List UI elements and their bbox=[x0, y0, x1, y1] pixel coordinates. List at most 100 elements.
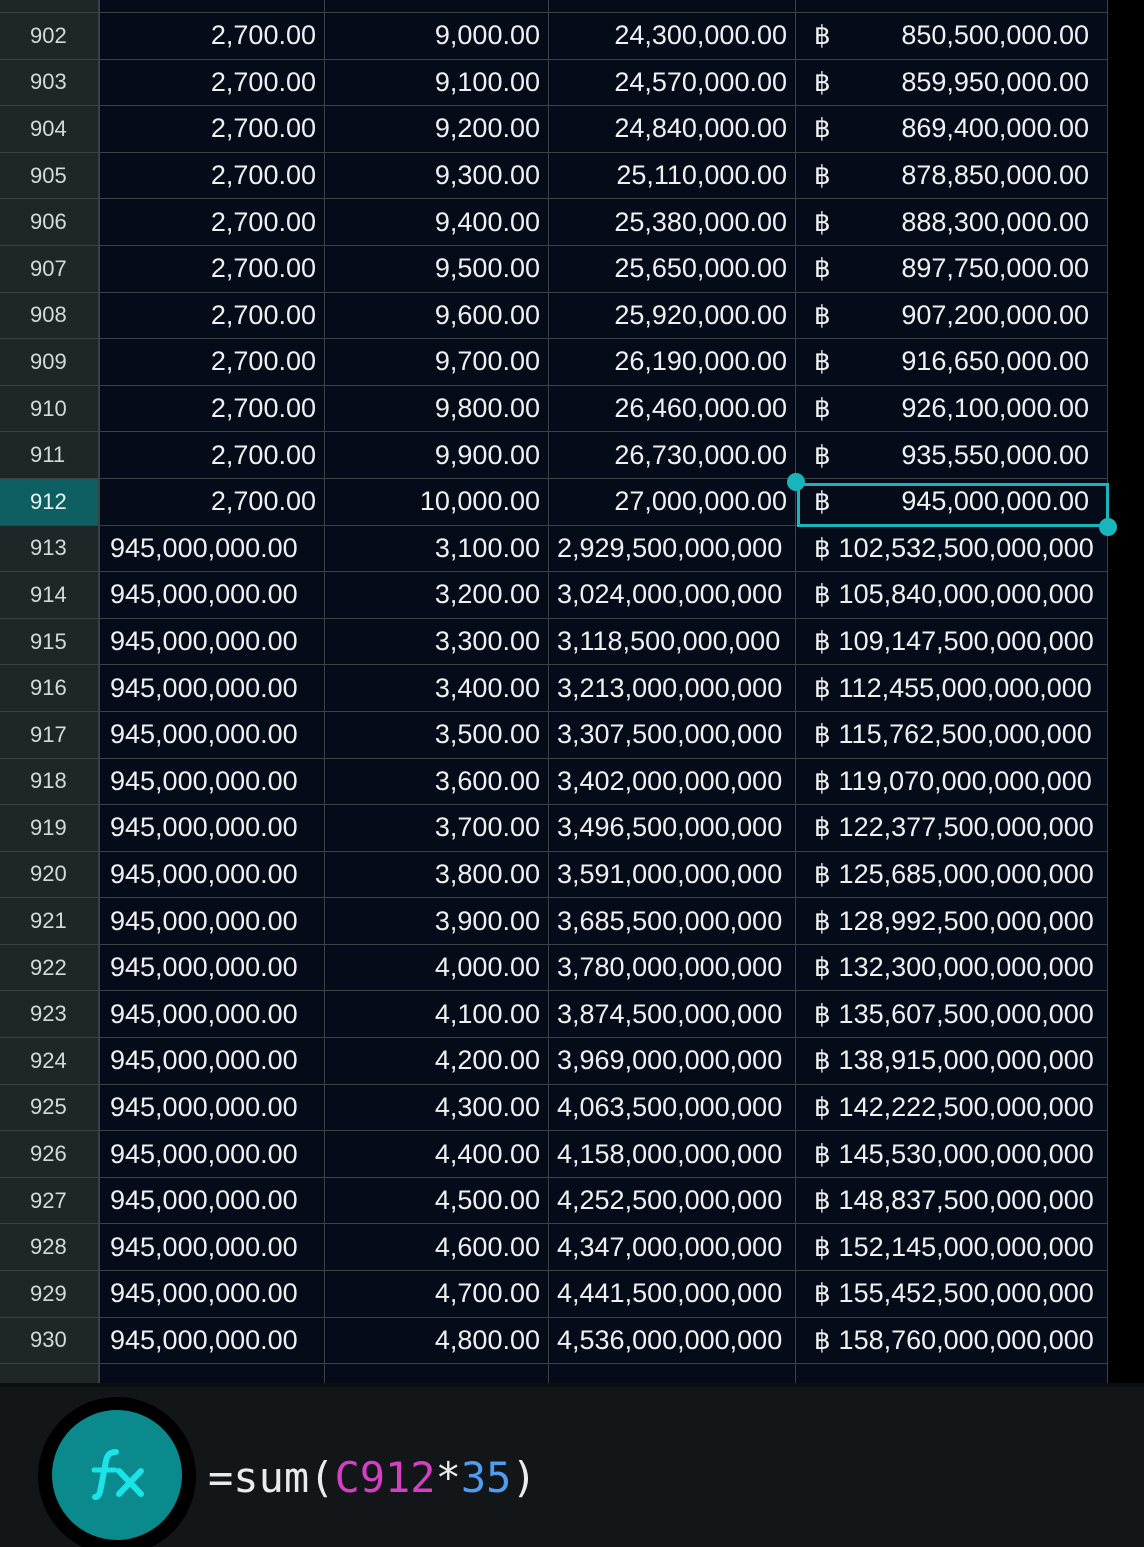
cell-col-d[interactable]: ฿ 142,222,500,000,000 bbox=[796, 1084, 1108, 1132]
cell-col-a[interactable]: 945,000,000.00 bbox=[100, 618, 325, 666]
cell-col-b[interactable]: 9,300.00 bbox=[325, 152, 549, 200]
cell-col-b[interactable]: 10,000.00 bbox=[325, 478, 549, 526]
cell-col-b[interactable]: 3,600.00 bbox=[325, 758, 549, 806]
cell-col-c[interactable]: 27,000,000.00 bbox=[549, 478, 796, 526]
row-header[interactable]: 914 bbox=[0, 572, 100, 619]
cell-col-d[interactable]: ฿ 850,500,000.00 bbox=[796, 13, 1108, 60]
cell[interactable] bbox=[100, 0, 325, 13]
row-header[interactable]: 924 bbox=[0, 1038, 100, 1085]
cell-col-b[interactable]: 9,900.00 bbox=[325, 432, 549, 479]
cell[interactable] bbox=[100, 1364, 325, 1383]
cell[interactable] bbox=[325, 0, 549, 13]
cell-col-b[interactable]: 9,800.00 bbox=[325, 385, 549, 433]
cell-col-b[interactable]: 4,300.00 bbox=[325, 1084, 549, 1132]
cell-col-d[interactable]: ฿ 916,650,000.00 bbox=[796, 339, 1108, 386]
cell[interactable] bbox=[549, 1364, 796, 1383]
cell-col-c[interactable]: 4,063,500,000,000 bbox=[549, 1084, 796, 1132]
cell-col-a[interactable]: 945,000,000.00 bbox=[100, 991, 325, 1039]
row-header[interactable]: 911 bbox=[0, 432, 100, 479]
cell-col-d[interactable]: ฿ 105,840,000,000,000 bbox=[796, 572, 1108, 619]
cell-col-d[interactable]: ฿ 115,762,500,000,000 bbox=[796, 711, 1108, 759]
cell-col-d[interactable]: ฿ 128,992,500,000,000 bbox=[796, 898, 1108, 945]
cell-col-a[interactable]: 945,000,000.00 bbox=[100, 1177, 325, 1225]
cell-col-c[interactable]: 4,441,500,000,000 bbox=[549, 1271, 796, 1318]
cell-col-b[interactable]: 3,400.00 bbox=[325, 665, 549, 712]
cell-col-b[interactable]: 9,400.00 bbox=[325, 199, 549, 246]
cell-col-d[interactable]: ฿ 135,607,500,000,000 bbox=[796, 991, 1108, 1039]
spreadsheet-grid[interactable]: 902 2,700.00 9,000.00 24,300,000.00 ฿ 850,500… bbox=[0, 0, 1144, 1383]
cell[interactable] bbox=[796, 0, 1108, 13]
cell-col-a[interactable]: 2,700.00 bbox=[100, 59, 325, 107]
cell-col-d[interactable]: ฿ 155,452,500,000,000 bbox=[796, 1271, 1108, 1318]
cell-col-c[interactable]: 3,402,000,000,000 bbox=[549, 758, 796, 806]
row-header[interactable]: 904 bbox=[0, 106, 100, 153]
row-header[interactable]: 927 bbox=[0, 1177, 100, 1225]
cell-col-b[interactable]: 9,000.00 bbox=[325, 13, 549, 60]
cell-col-d[interactable]: ฿ 125,685,000,000,000 bbox=[796, 851, 1108, 899]
cell-col-d[interactable]: ฿ 132,300,000,000,000 bbox=[796, 944, 1108, 992]
cell-col-c[interactable]: 3,780,000,000,000 bbox=[549, 944, 796, 992]
cell-col-c[interactable]: 3,874,500,000,000 bbox=[549, 991, 796, 1039]
cell-col-a[interactable]: 945,000,000.00 bbox=[100, 1084, 325, 1132]
row-header[interactable]: 906 bbox=[0, 199, 100, 246]
cell-col-c[interactable]: 3,024,000,000,000 bbox=[549, 572, 796, 619]
cell-col-b[interactable]: 3,700.00 bbox=[325, 805, 549, 852]
cell-col-c[interactable]: 26,730,000.00 bbox=[549, 432, 796, 479]
cell-col-a[interactable]: 945,000,000.00 bbox=[100, 572, 325, 619]
cell-col-a[interactable]: 945,000,000.00 bbox=[100, 665, 325, 712]
cell-col-a[interactable]: 945,000,000.00 bbox=[100, 758, 325, 806]
row-header[interactable]: 912 bbox=[0, 478, 100, 526]
cell-col-d[interactable]: ฿ 119,070,000,000,000 bbox=[796, 758, 1108, 806]
cell-col-d[interactable]: ฿ 869,400,000.00 bbox=[796, 106, 1108, 153]
selection-handle-top-left[interactable] bbox=[787, 473, 805, 491]
formula-input[interactable]: =sum(C912*35) bbox=[208, 1453, 537, 1502]
row-header[interactable]: 921 bbox=[0, 898, 100, 945]
cell-col-b[interactable]: 4,500.00 bbox=[325, 1177, 549, 1225]
row-header[interactable]: 923 bbox=[0, 991, 100, 1039]
cell-col-a[interactable]: 2,700.00 bbox=[100, 385, 325, 433]
row-header[interactable]: 903 bbox=[0, 59, 100, 107]
cell-col-b[interactable]: 3,100.00 bbox=[325, 525, 549, 573]
row-header[interactable]: 919 bbox=[0, 805, 100, 852]
cell-col-a[interactable]: 945,000,000.00 bbox=[100, 1131, 325, 1178]
cell-col-c[interactable]: 25,650,000.00 bbox=[549, 245, 796, 293]
row-header[interactable]: 902 bbox=[0, 13, 100, 60]
row-header[interactable]: 916 bbox=[0, 665, 100, 712]
cell-col-d[interactable]: ฿ 897,750,000.00 bbox=[796, 245, 1108, 293]
cell-col-d[interactable]: ฿ 935,550,000.00 bbox=[796, 432, 1108, 479]
cell[interactable] bbox=[325, 1364, 549, 1383]
cell-col-d[interactable]: ฿ 152,145,000,000,000 bbox=[796, 1224, 1108, 1272]
row-header[interactable] bbox=[0, 1364, 100, 1383]
cell-col-a[interactable]: 945,000,000.00 bbox=[100, 1317, 325, 1365]
row-header[interactable]: 928 bbox=[0, 1224, 100, 1272]
cell-col-b[interactable]: 3,200.00 bbox=[325, 572, 549, 619]
cell-col-d[interactable]: ฿ 122,377,500,000,000 bbox=[796, 805, 1108, 852]
cell-col-d[interactable]: ฿ 158,760,000,000,000 bbox=[796, 1317, 1108, 1365]
cell-col-c[interactable]: 26,460,000.00 bbox=[549, 385, 796, 433]
row-header[interactable]: 909 bbox=[0, 339, 100, 386]
row-header[interactable]: 920 bbox=[0, 851, 100, 899]
cell[interactable] bbox=[549, 0, 796, 13]
cell-col-b[interactable]: 9,600.00 bbox=[325, 292, 549, 340]
cell-col-b[interactable]: 9,100.00 bbox=[325, 59, 549, 107]
cell-col-d[interactable]: ฿ 888,300,000.00 bbox=[796, 199, 1108, 246]
cell-col-c[interactable]: 3,307,500,000,000 bbox=[549, 711, 796, 759]
cell-col-d[interactable]: ฿ 945,000,000.00 bbox=[796, 478, 1108, 526]
row-header[interactable]: 910 bbox=[0, 385, 100, 433]
cell-col-c[interactable]: 26,190,000.00 bbox=[549, 339, 796, 386]
cell-col-b[interactable]: 4,400.00 bbox=[325, 1131, 549, 1178]
cell-col-c[interactable]: 25,110,000.00 bbox=[549, 152, 796, 200]
cell-col-d[interactable]: ฿ 859,950,000.00 bbox=[796, 59, 1108, 107]
cell-col-b[interactable]: 4,800.00 bbox=[325, 1317, 549, 1365]
row-header[interactable]: 908 bbox=[0, 292, 100, 340]
cell-col-c[interactable]: 24,300,000.00 bbox=[549, 13, 796, 60]
cell-col-c[interactable]: 4,536,000,000,000 bbox=[549, 1317, 796, 1365]
row-header[interactable]: 913 bbox=[0, 525, 100, 573]
cell-col-c[interactable]: 2,929,500,000,000 bbox=[549, 525, 796, 573]
cell-col-b[interactable]: 4,100.00 bbox=[325, 991, 549, 1039]
cell-col-d[interactable]: ฿ 878,850,000.00 bbox=[796, 152, 1108, 200]
cell-col-a[interactable]: 2,700.00 bbox=[100, 199, 325, 246]
cell-col-a[interactable]: 945,000,000.00 bbox=[100, 898, 325, 945]
cell-col-c[interactable]: 3,213,000,000,000 bbox=[549, 665, 796, 712]
cell-col-a[interactable]: 2,700.00 bbox=[100, 106, 325, 153]
